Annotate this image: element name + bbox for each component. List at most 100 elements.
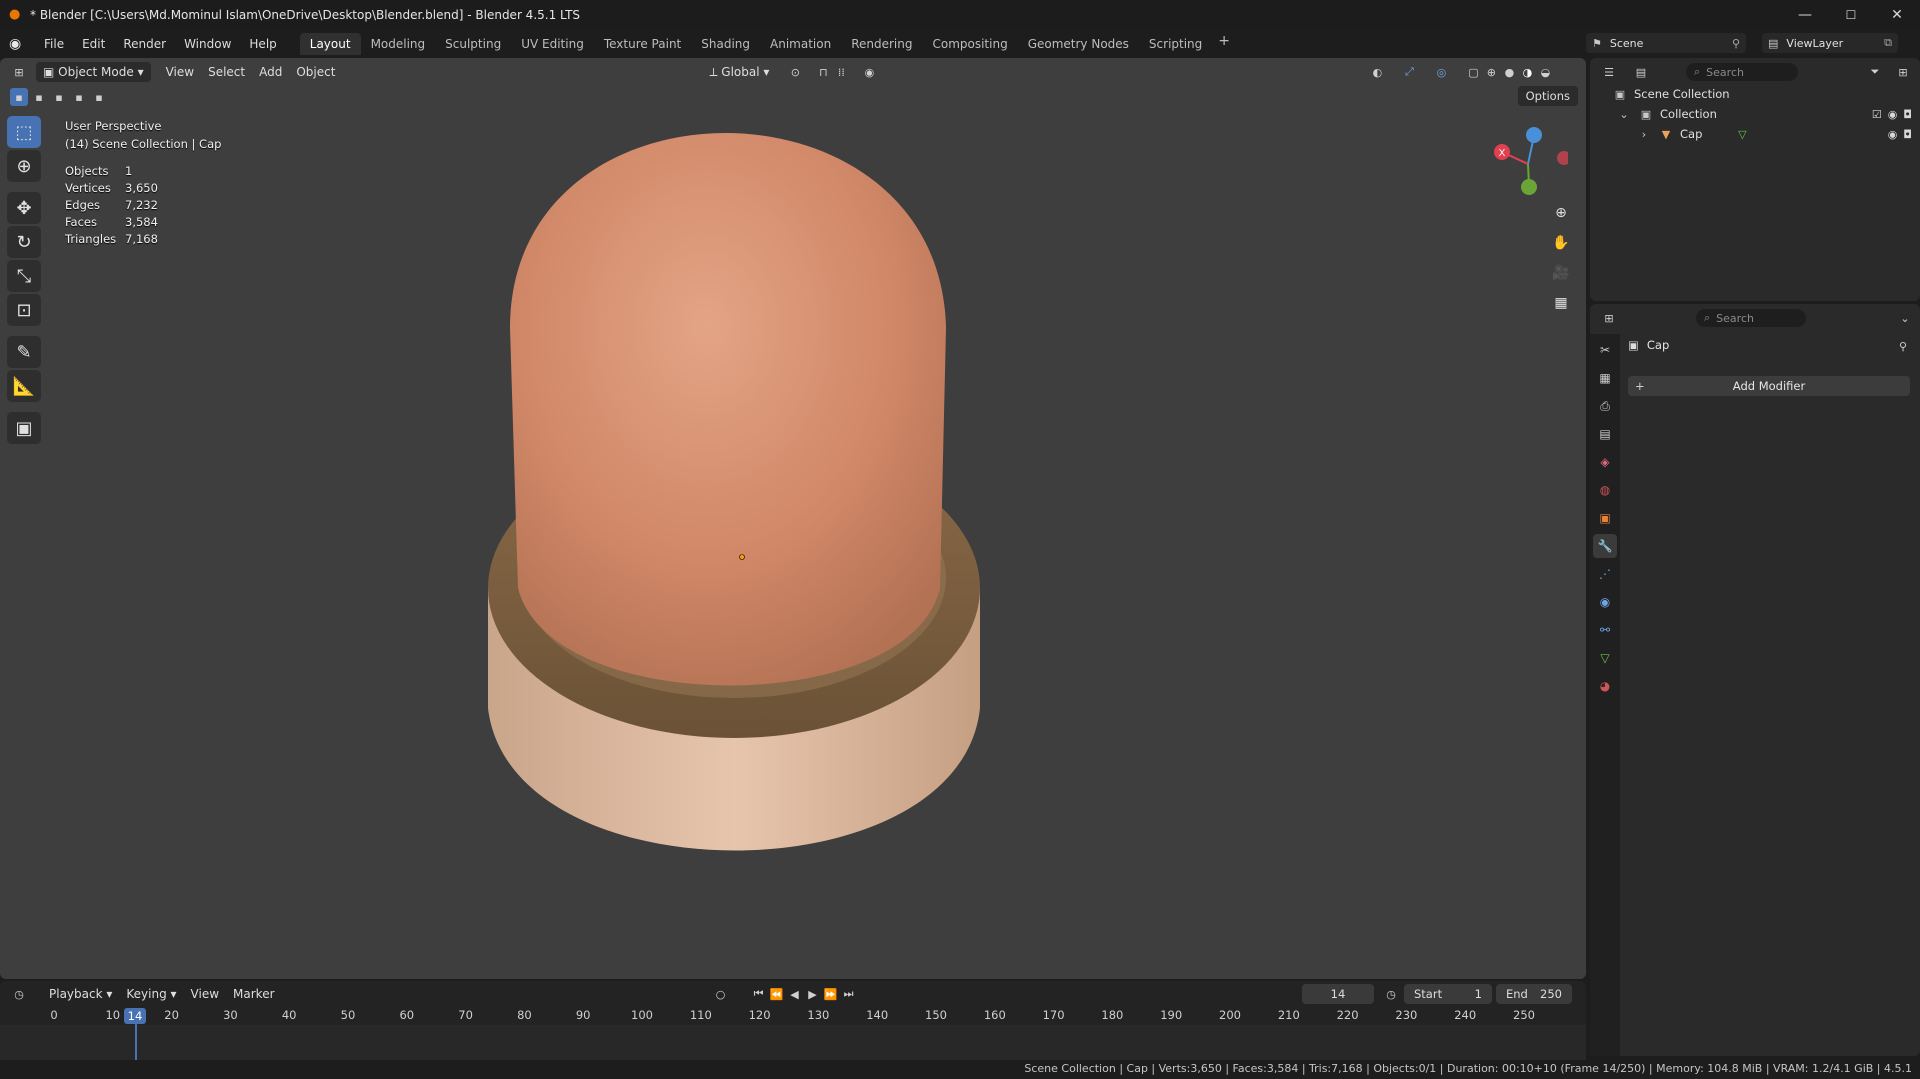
properties-editor-type-icon[interactable]: ⊞	[1600, 309, 1618, 327]
menu-playback[interactable]: Playback ▾	[42, 984, 119, 1004]
tab-rendering[interactable]: Rendering	[841, 33, 922, 55]
add-cube-tool-icon[interactable]: ▣	[7, 412, 41, 444]
keyframe-area[interactable]	[0, 1025, 1586, 1060]
tab-layout[interactable]: Layout	[299, 32, 361, 55]
options-button[interactable]: Options	[1517, 86, 1578, 106]
properties-search-input[interactable]: ⌕ Search	[1696, 309, 1806, 327]
expand-arrow-icon[interactable]: ⌄	[1616, 108, 1632, 121]
preview-range-icon[interactable]: ◷	[1382, 985, 1400, 1003]
snap-icon[interactable]: ⊓	[814, 63, 832, 81]
blender-menu-icon[interactable]: ◉	[9, 36, 29, 52]
pan-hand-icon[interactable]: ✋	[1548, 230, 1574, 256]
wireframe-shading-icon[interactable]: ⊕	[1482, 63, 1500, 81]
pin-icon[interactable]: ⚲	[1894, 337, 1912, 355]
menu-add[interactable]: Add	[252, 62, 289, 82]
play-reverse-icon[interactable]: ◀	[786, 985, 804, 1003]
mode-dropdown[interactable]: ▣ Object Mode ▾	[36, 62, 151, 82]
3d-viewport[interactable]: ⊞ ▣ Object Mode ▾ View Select Add Object…	[0, 58, 1586, 979]
eye-icon[interactable]: ◉	[1888, 108, 1898, 121]
physics-tab-icon[interactable]: ◉	[1593, 590, 1617, 614]
select-intersect-icon[interactable]: ▪	[90, 88, 108, 106]
end-frame-field[interactable]: End 250	[1496, 984, 1572, 1004]
modifier-tab-icon[interactable]: 🔧	[1593, 534, 1617, 558]
navigation-gizmo[interactable]: X	[1488, 124, 1568, 204]
material-shading-icon[interactable]: ◑	[1518, 63, 1536, 81]
start-frame-field[interactable]: Start 1	[1404, 984, 1492, 1004]
constraints-tab-icon[interactable]: ⚯	[1593, 618, 1617, 642]
menu-file[interactable]: File	[35, 33, 73, 55]
jump-start-icon[interactable]: ⏮	[750, 985, 768, 1003]
proportional-edit-icon[interactable]: ◉	[860, 63, 878, 81]
neg-x-axis-handle[interactable]	[1557, 151, 1568, 165]
output-tab-icon[interactable]: ⎙	[1593, 394, 1617, 418]
current-frame-field[interactable]: 14	[1302, 984, 1374, 1004]
outliner-search-input[interactable]: ⌕ Search	[1686, 63, 1798, 81]
transform-tool-icon[interactable]: ⊡	[7, 294, 41, 326]
new-view-layer-icon[interactable]: ⧉	[1884, 36, 1892, 50]
xray-icon[interactable]: ▢	[1464, 63, 1482, 81]
menu-select[interactable]: Select	[201, 62, 252, 82]
move-tool-icon[interactable]: ✥	[7, 192, 41, 224]
pin-icon[interactable]: ⚲	[1732, 37, 1740, 50]
mesh-data-icon[interactable]: ▽	[1734, 128, 1750, 141]
eye-icon[interactable]: ◉	[1888, 128, 1898, 141]
new-collection-icon[interactable]: ⊞	[1894, 63, 1912, 81]
outliner-editor-type-icon[interactable]: ☰	[1600, 63, 1618, 81]
orientation-dropdown[interactable]: ⟂ Global ▾	[702, 62, 776, 82]
tab-uv-editing[interactable]: UV Editing	[511, 33, 594, 55]
solid-shading-icon[interactable]: ●	[1500, 63, 1518, 81]
auto-keying-icon[interactable]: ○	[712, 985, 730, 1003]
scene-selector[interactable]: ⚑ Scene ⚲	[1586, 33, 1746, 53]
camera-view-icon[interactable]: 🎥	[1548, 260, 1574, 286]
timeline-editor-type-icon[interactable]: ◷	[10, 985, 28, 1003]
tab-geometry-nodes[interactable]: Geometry Nodes	[1018, 33, 1139, 55]
menu-render[interactable]: Render	[114, 33, 175, 55]
overlay-toggle-icon[interactable]: ◎	[1432, 63, 1450, 81]
data-tab-icon[interactable]: ▽	[1593, 646, 1617, 670]
filter-icon[interactable]: ⏷	[1866, 63, 1884, 81]
perspective-toggle-icon[interactable]: ▦	[1548, 290, 1574, 316]
particles-tab-icon[interactable]: ⋰	[1593, 562, 1617, 586]
tab-compositing[interactable]: Compositing	[922, 33, 1017, 55]
add-workspace-button[interactable]: +	[1212, 33, 1236, 55]
rotate-tool-icon[interactable]: ↻	[7, 226, 41, 258]
properties-panel[interactable]: ⊞ ⌕ Search ⌄ ✂ ▦ ⎙ ▤ ◈ ◍ ▣ 🔧 ⋰ ◉ ⚯ ▽ ◕ ▣ …	[1590, 304, 1920, 1056]
tab-texture-paint[interactable]: Texture Paint	[594, 33, 691, 55]
exclude-checkbox-icon[interactable]: ☑	[1872, 108, 1882, 121]
timeline-editor[interactable]: ◷ Playback ▾ Keying ▾ View Marker ○ ⏮ ⏪ …	[0, 981, 1586, 1060]
select-box-tool-icon[interactable]: ⬚	[7, 116, 41, 148]
y-axis-handle[interactable]	[1521, 179, 1537, 195]
annotate-tool-icon[interactable]: ✎	[7, 336, 41, 368]
menu-marker[interactable]: Marker	[226, 984, 281, 1004]
tab-scripting[interactable]: Scripting	[1139, 33, 1212, 55]
menu-edit[interactable]: Edit	[73, 33, 114, 55]
frame-ruler[interactable]: 0 10 20 30 40 50 60 70 80 90 100 110 120 130 140 150 160…	[0, 1007, 1586, 1025]
maximize-button[interactable]: ☐	[1828, 0, 1874, 29]
cursor-tool-icon[interactable]: ⊕	[7, 150, 41, 182]
snap-target-icon[interactable]: ⁞⁞	[832, 63, 850, 81]
menu-window[interactable]: Window	[175, 33, 240, 55]
minimize-button[interactable]: —	[1782, 0, 1828, 29]
editor-type-icon[interactable]: ⊞	[10, 63, 28, 81]
menu-help[interactable]: Help	[240, 33, 285, 55]
rendered-shading-icon[interactable]: ◒	[1536, 63, 1554, 81]
view-layer-selector[interactable]: ▤ ViewLayer ⧉	[1762, 33, 1898, 53]
display-mode-icon[interactable]: ▤	[1632, 63, 1650, 81]
scene-tab-icon[interactable]: ◈	[1593, 450, 1617, 474]
z-axis-handle[interactable]	[1526, 127, 1542, 143]
outliner-row-collection[interactable]: ⌄ ▣ Collection ☑ ◉ ◘	[1590, 104, 1920, 124]
world-tab-icon[interactable]: ◍	[1593, 478, 1617, 502]
camera-icon[interactable]: ◘	[1903, 128, 1912, 141]
next-keyframe-icon[interactable]: ⏩	[822, 985, 840, 1003]
menu-timeline-view[interactable]: View	[184, 984, 226, 1004]
tab-modeling[interactable]: Modeling	[361, 33, 436, 55]
add-modifier-button[interactable]: + Add Modifier	[1628, 376, 1910, 396]
visibility-icon[interactable]: ◐	[1368, 63, 1386, 81]
measure-tool-icon[interactable]: 📐	[7, 370, 41, 402]
camera-icon[interactable]: ◘	[1903, 108, 1912, 121]
zoom-icon[interactable]: ⊕	[1548, 200, 1574, 226]
gizmo-toggle-icon[interactable]: ⤢	[1400, 63, 1418, 81]
select-subtract-icon[interactable]: ▪	[50, 88, 68, 106]
cap-mesh[interactable]	[470, 108, 1010, 928]
select-invert-icon[interactable]: ▪	[70, 88, 88, 106]
